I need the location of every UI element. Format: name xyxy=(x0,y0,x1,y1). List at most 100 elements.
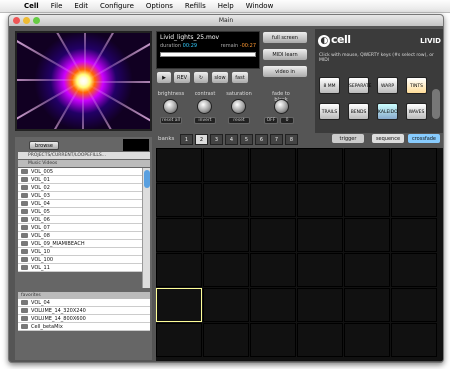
clip-thumbnail[interactable] xyxy=(391,288,437,322)
clip-thumbnail[interactable] xyxy=(156,288,202,322)
clip-thumbnail[interactable] xyxy=(344,218,390,252)
favorite-row[interactable]: Cell_betaMix xyxy=(18,323,150,331)
bank-1[interactable]: 1 xyxy=(180,134,193,145)
clip-thumbnail[interactable] xyxy=(344,288,390,322)
browse-button[interactable]: browse xyxy=(29,141,59,150)
contrast-knob[interactable] xyxy=(197,99,212,114)
clip-thumbnail[interactable] xyxy=(344,323,390,357)
clip-thumbnail[interactable] xyxy=(344,183,390,217)
saturation-label: saturation xyxy=(226,91,252,97)
clip-thumbnail[interactable] xyxy=(203,218,249,252)
saturation-reset-button[interactable]: reset xyxy=(228,117,250,124)
midi-learn-button[interactable]: MIDI learn xyxy=(262,48,308,61)
minimize-icon[interactable] xyxy=(23,17,30,24)
clip-thumbnail[interactable] xyxy=(156,148,202,182)
clip-thumbnail[interactable] xyxy=(297,323,343,357)
bank-7[interactable]: 7 xyxy=(270,134,283,145)
bank-6[interactable]: 6 xyxy=(255,134,268,145)
saturation-knob[interactable] xyxy=(231,99,246,114)
clip-thumbnail[interactable] xyxy=(391,183,437,217)
rev-button[interactable]: REV xyxy=(173,71,191,84)
brightness-knob[interactable] xyxy=(163,99,178,114)
bank-8[interactable]: 8 xyxy=(285,134,298,145)
fx-8mm-button[interactable]: 8 MM xyxy=(319,77,340,94)
bank-5[interactable]: 5 xyxy=(240,134,253,145)
close-icon[interactable] xyxy=(13,17,20,24)
menu-options[interactable]: Options xyxy=(140,2,179,10)
cell-logo: ◐ cell xyxy=(318,33,351,47)
clip-thumbnail[interactable] xyxy=(203,148,249,182)
clip-thumbnail[interactable] xyxy=(203,288,249,322)
folder-icon xyxy=(21,241,28,246)
bank-3[interactable]: 3 xyxy=(210,134,223,145)
menu-help[interactable]: Help xyxy=(212,2,240,10)
clip-thumbnail[interactable] xyxy=(344,253,390,287)
fx-waves-button[interactable]: WAVES xyxy=(406,103,427,120)
clip-thumbnail[interactable] xyxy=(156,323,202,357)
fade-off-button[interactable]: OFF xyxy=(264,117,278,124)
play-button[interactable]: ▶ xyxy=(156,71,172,84)
folder-row[interactable]: VOL_11 xyxy=(18,264,142,272)
invert-button[interactable]: invert xyxy=(194,117,216,124)
menu-window[interactable]: Window xyxy=(240,2,280,10)
fx-kaleido-button[interactable]: KALEIDO xyxy=(377,103,398,120)
clip-thumbnail[interactable] xyxy=(297,148,343,182)
fast-button[interactable]: fast xyxy=(231,71,249,84)
clip-thumbnail[interactable] xyxy=(297,183,343,217)
clip-thumbnail[interactable] xyxy=(297,253,343,287)
remain-label: remain xyxy=(220,43,239,49)
clip-thumbnail[interactable] xyxy=(391,253,437,287)
menu-configure[interactable]: Configure xyxy=(94,2,140,10)
banks-bar: banks 1 2 3 4 5 6 7 8 trigger sequence c… xyxy=(156,132,441,146)
clip-thumbnail[interactable] xyxy=(297,288,343,322)
menu-app[interactable]: Cell xyxy=(18,2,45,10)
trigger-button[interactable]: trigger xyxy=(331,133,365,144)
reset-all-button[interactable]: reset all xyxy=(160,117,182,124)
cell-scroll[interactable] xyxy=(432,89,440,119)
video-in-button[interactable]: video in xyxy=(262,65,308,78)
clip-thumbnail[interactable] xyxy=(391,323,437,357)
clip-thumbnail[interactable] xyxy=(250,218,296,252)
duration-value: 00:29 xyxy=(182,43,198,49)
folder-label: VOL_05 xyxy=(31,208,50,215)
fx-trails-button[interactable]: TRAILS xyxy=(319,103,340,120)
clip-thumbnail[interactable] xyxy=(250,288,296,322)
clip-thumbnail[interactable] xyxy=(250,183,296,217)
bank-2[interactable]: 2 xyxy=(195,134,208,145)
zoom-icon[interactable] xyxy=(33,17,40,24)
clip-thumbnail[interactable] xyxy=(344,148,390,182)
clip-thumbnail[interactable] xyxy=(203,253,249,287)
clip-info: Livid_lights_25.mov duration 00:29 remai… xyxy=(156,31,260,69)
fx-separate-button[interactable]: SEPARATE xyxy=(348,77,371,94)
sequence-button[interactable]: sequence xyxy=(371,133,405,144)
clip-thumbnail[interactable] xyxy=(250,253,296,287)
folder-icon xyxy=(21,177,28,182)
crossfade-button[interactable]: crossfade xyxy=(407,133,441,144)
menu-file[interactable]: File xyxy=(45,2,69,10)
fx-warp-button[interactable]: WARP xyxy=(377,77,398,94)
clip-thumbnail[interactable] xyxy=(250,323,296,357)
clip-thumbnail[interactable] xyxy=(156,218,202,252)
clip-thumbnail[interactable] xyxy=(250,148,296,182)
menu-edit[interactable]: Edit xyxy=(68,2,94,10)
clip-thumbnail[interactable] xyxy=(297,218,343,252)
scroll-thumb[interactable] xyxy=(144,170,150,188)
menu-refills[interactable]: Refills xyxy=(179,2,212,10)
position-slider[interactable] xyxy=(160,52,256,57)
clip-thumbnail[interactable] xyxy=(391,218,437,252)
bank-4[interactable]: 4 xyxy=(225,134,238,145)
full-screen-button[interactable]: full screen xyxy=(262,31,308,44)
folder-scrollbar[interactable] xyxy=(142,168,150,288)
slow-button[interactable]: slow xyxy=(211,71,229,84)
clip-thumbnail[interactable] xyxy=(156,183,202,217)
clip-thumbnail[interactable] xyxy=(156,253,202,287)
fade-knob[interactable] xyxy=(274,99,289,114)
fx-bends-button[interactable]: BENDS xyxy=(348,103,369,120)
clip-thumbnail[interactable] xyxy=(203,323,249,357)
fx-tints-button[interactable]: TINTS xyxy=(406,77,427,94)
clip-thumbnail[interactable] xyxy=(203,183,249,217)
clip-grid xyxy=(156,148,443,361)
folder-label: VOL_100 xyxy=(31,256,54,263)
loop-button[interactable]: ↻ xyxy=(193,71,209,84)
clip-thumbnail[interactable] xyxy=(391,148,437,182)
